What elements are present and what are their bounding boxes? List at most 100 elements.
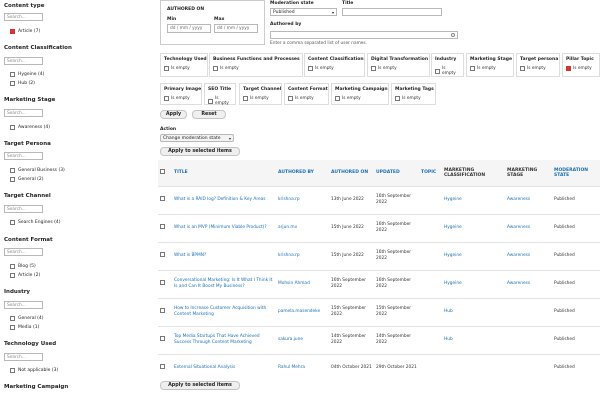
is-empty-option[interactable]: Is empty (470, 66, 510, 71)
facet-option-article-format[interactable]: Article (2) (10, 273, 40, 278)
facet-option-awareness[interactable]: Awareness (4) (10, 125, 50, 130)
checkbox[interactable] (10, 316, 15, 321)
row-author-link[interactable]: Mohsin Ahmad (276, 270, 329, 298)
row-stage-link[interactable]: Awareness (505, 242, 552, 270)
checkbox[interactable] (470, 66, 475, 71)
max-date-input[interactable]: dd / mm / yyyy (214, 24, 258, 33)
checkbox[interactable] (10, 273, 15, 278)
row-stage-link[interactable]: Awareness (505, 214, 552, 242)
checkbox[interactable] (371, 66, 376, 71)
facet-search-content-classification[interactable]: Search... (4, 57, 43, 65)
row-classification-link[interactable]: Hygeine (442, 214, 505, 242)
row-title-link[interactable]: What is an MVP (Minimum Viable Product)? (172, 214, 276, 242)
reset-button[interactable]: Reset (192, 110, 226, 119)
apply-to-selected-button-top[interactable]: Apply to selected items (160, 147, 240, 156)
checkbox[interactable] (10, 368, 15, 373)
row-classification-link[interactable]: Hygeine (442, 242, 505, 270)
row-stage-link[interactable] (505, 298, 552, 326)
facet-search-target-channel[interactable]: Search... (4, 205, 43, 213)
row-classification-link[interactable]: Hygeine (442, 270, 505, 298)
facet-search-industry[interactable]: Search... (4, 301, 43, 309)
header-updated[interactable]: UPDATED (374, 160, 419, 186)
is-empty-option[interactable]: Is empty (288, 96, 325, 101)
header-moderation-state[interactable]: MODERATION STATE (552, 160, 600, 186)
row-title-link[interactable]: Conversational Marketing: Is It What I T… (172, 270, 276, 298)
is-empty-option[interactable]: Is empty (213, 66, 299, 71)
checkbox[interactable] (213, 66, 218, 71)
facet-search-technology-used[interactable]: Search... (4, 353, 43, 361)
row-author-link[interactable]: krishna.rp (276, 242, 329, 270)
title-input[interactable] (342, 8, 442, 16)
row-checkbox[interactable] (160, 364, 165, 369)
apply-button[interactable]: Apply (160, 110, 187, 119)
checkbox[interactable] (395, 96, 400, 101)
row-classification-link[interactable] (442, 354, 505, 382)
row-author-link[interactable]: sakura.june (276, 326, 329, 354)
facet-option-general[interactable]: General (2) (10, 177, 44, 182)
header-authored-on[interactable]: AUTHORED ON (329, 160, 374, 186)
checkbox[interactable] (10, 177, 15, 182)
checkbox[interactable] (164, 66, 169, 71)
facet-option-media[interactable]: Media (1) (10, 325, 39, 330)
min-date-input[interactable]: dd / mm / yyyy (167, 24, 211, 33)
checkbox[interactable] (10, 81, 15, 86)
apply-to-selected-button-bottom[interactable]: Apply to selected items (160, 381, 240, 390)
checkbox[interactable] (335, 96, 340, 101)
facet-option-not-applicable[interactable]: Not applicable (3) (10, 368, 58, 373)
facet-option-general-business[interactable]: General Business (3) (10, 168, 65, 173)
facet-option-blog[interactable]: Blog (5) (10, 264, 36, 269)
checkbox[interactable] (10, 125, 15, 130)
checkbox[interactable] (435, 68, 440, 74)
checkbox[interactable] (10, 168, 15, 173)
checkbox[interactable] (208, 98, 213, 104)
checkbox[interactable] (308, 66, 313, 71)
checkbox[interactable] (10, 220, 15, 225)
facet-search-target-persona[interactable]: Search... (4, 152, 43, 160)
is-empty-option[interactable]: Is empty (208, 96, 232, 106)
header-authored-by[interactable]: AUTHORED BY (276, 160, 329, 186)
is-empty-option[interactable]: Is empty (164, 96, 198, 101)
facet-option-search-engines[interactable]: Search Engines (4) (10, 220, 60, 225)
row-classification-link[interactable]: Hygeine (442, 186, 505, 214)
row-stage-link[interactable] (505, 326, 552, 354)
row-title-link[interactable]: External Situational Analysis (172, 354, 276, 382)
checkbox-checked[interactable] (10, 29, 15, 34)
row-classification-link[interactable]: Hub (442, 298, 505, 326)
is-empty-option[interactable]: Is empty (164, 66, 204, 71)
row-stage-link[interactable]: Awareness (505, 270, 552, 298)
checkbox-checked[interactable] (566, 66, 571, 71)
row-title-link[interactable]: Top Media Startups That Have Achieved Su… (172, 326, 276, 354)
is-empty-option[interactable]: Is empty (335, 96, 385, 101)
facet-option-general-industry[interactable]: General (4) (10, 316, 44, 321)
row-stage-link[interactable]: Awareness (505, 186, 552, 214)
row-title-link[interactable]: How to Increase Customer Acquisition wit… (172, 298, 276, 326)
row-author-link[interactable]: arjun.mv (276, 214, 329, 242)
row-classification-link[interactable]: Hub (442, 326, 505, 354)
is-empty-option[interactable]: Is empty (520, 66, 556, 71)
facet-option-hub[interactable]: Hub (2) (10, 81, 35, 86)
facet-search-content-type[interactable]: Search... (4, 13, 43, 21)
facet-search-content-format[interactable]: Search... (4, 248, 43, 256)
is-empty-option[interactable]: Is empty (308, 66, 361, 71)
facet-search-marketing-stage[interactable]: Search... (4, 109, 43, 117)
facet-option-article[interactable]: Article (7) (10, 29, 40, 34)
row-checkbox[interactable] (160, 279, 165, 285)
row-author-link[interactable]: pamela.masendeke (276, 298, 329, 326)
checkbox[interactable] (10, 264, 15, 269)
checkbox[interactable] (10, 325, 15, 330)
authored-by-input[interactable] (270, 31, 458, 39)
row-checkbox[interactable] (160, 251, 165, 257)
row-stage-link[interactable] (505, 354, 552, 382)
checkbox[interactable] (243, 96, 248, 101)
moderation-state-select[interactable]: Published ▾ (270, 8, 337, 16)
row-checkbox[interactable] (160, 223, 165, 229)
facet-option-hygeine[interactable]: Hygeine (4) (10, 72, 44, 77)
row-checkbox[interactable] (160, 307, 165, 313)
checkbox[interactable] (520, 66, 525, 71)
is-empty-option[interactable]: Is empty (243, 96, 278, 101)
checkbox[interactable] (164, 96, 169, 101)
row-checkbox[interactable] (160, 195, 165, 201)
header-topic[interactable]: TOPIC (419, 160, 442, 186)
is-empty-option[interactable]: Is empty (395, 96, 432, 101)
is-empty-option[interactable]: Is empty (435, 66, 460, 76)
